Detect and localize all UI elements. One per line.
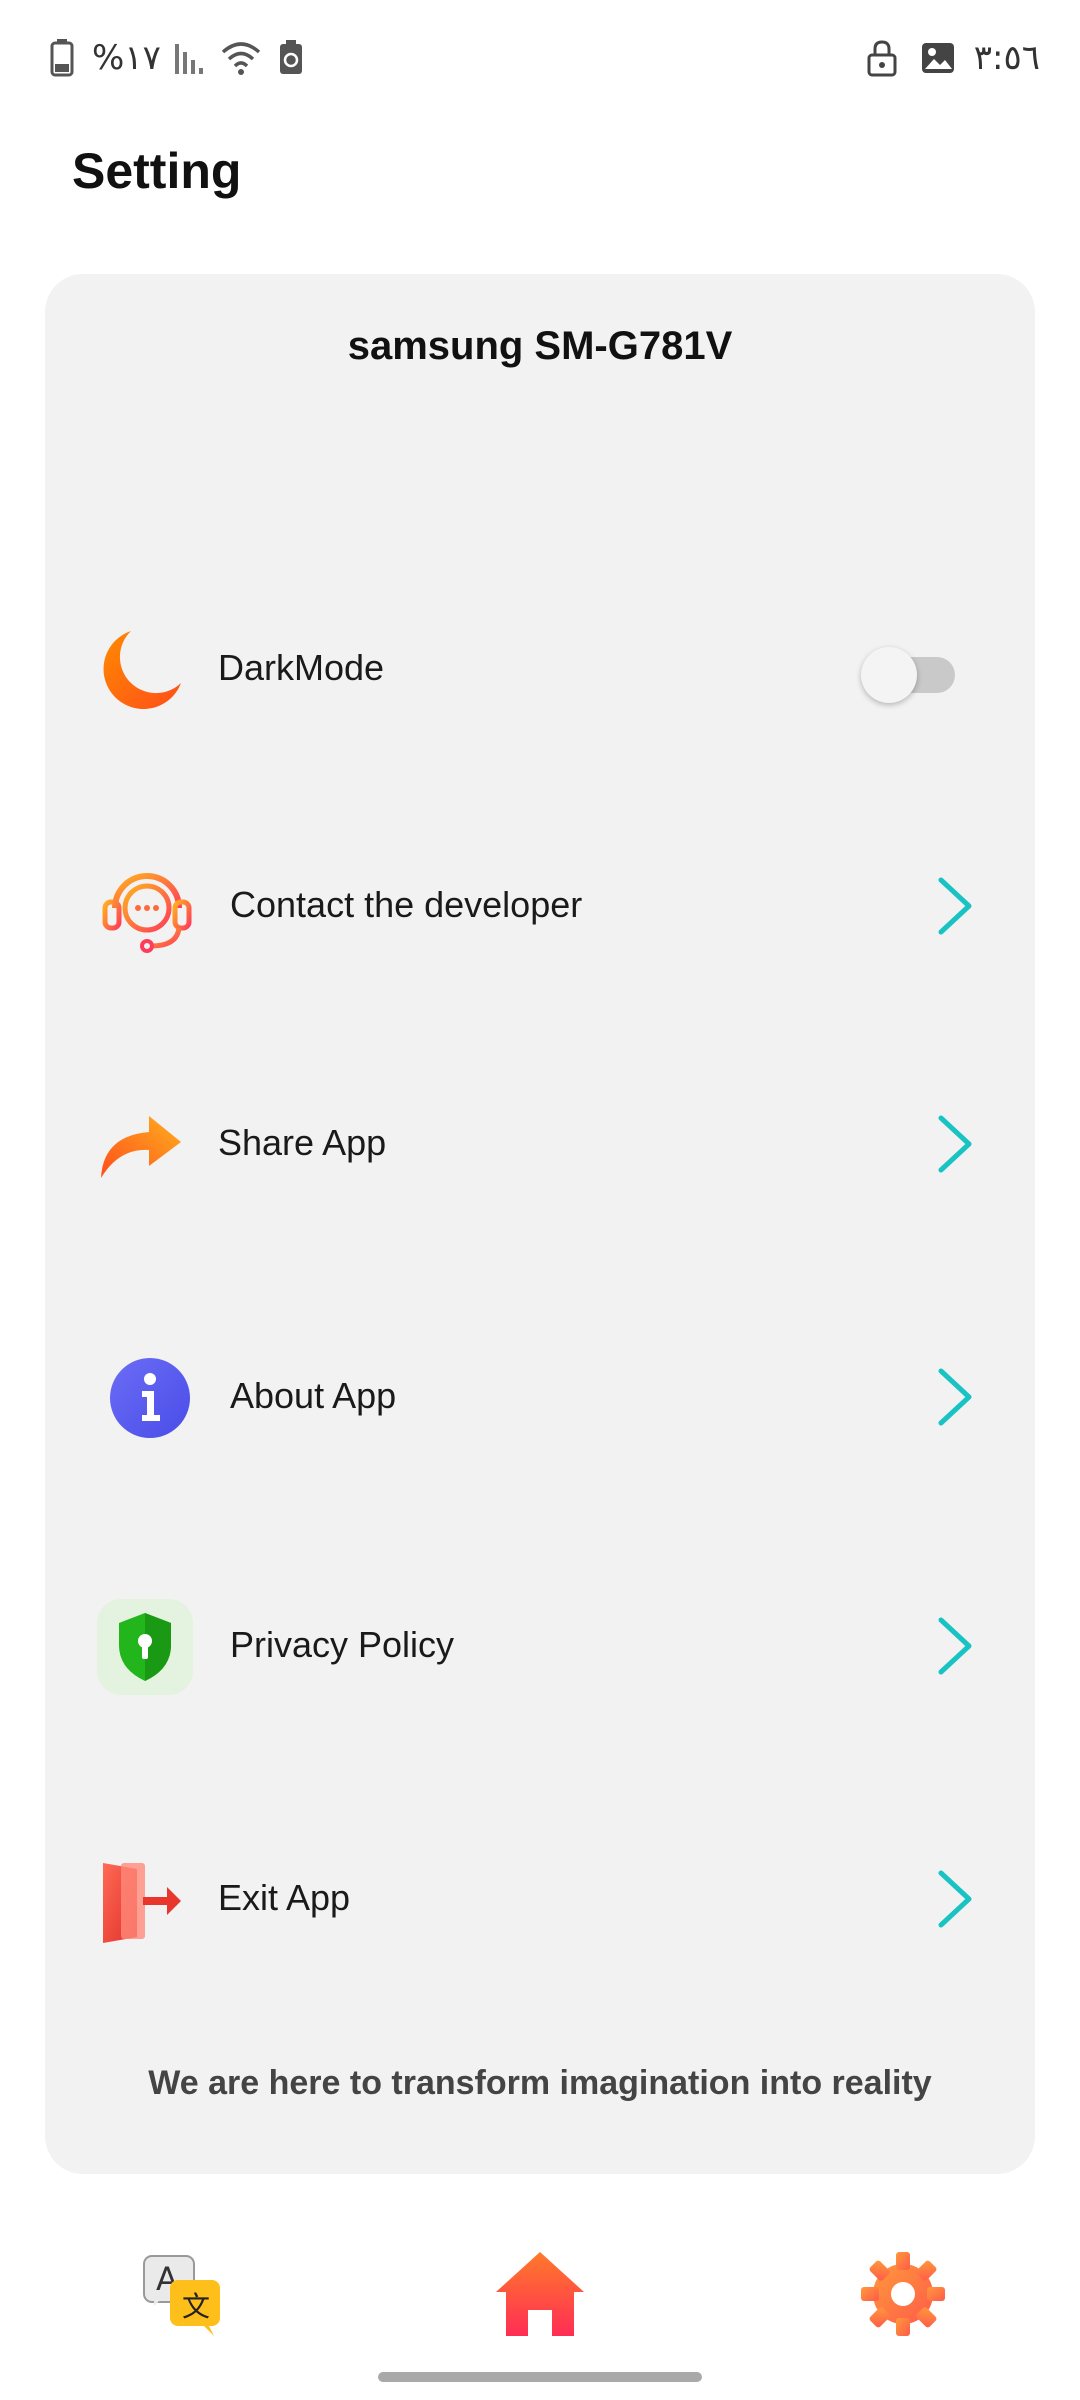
setting-row-exit[interactable]: Exit App xyxy=(45,1839,1035,1959)
tagline: We are here to transform imagination int… xyxy=(148,2064,932,2102)
privacy-label: Privacy Policy xyxy=(230,1624,455,1665)
chevron-right-icon xyxy=(938,1368,972,1426)
chevron-right-icon xyxy=(938,877,972,935)
exit-door-icon xyxy=(103,1863,181,1943)
battery-saver-icon xyxy=(279,40,302,74)
moon-icon xyxy=(103,631,181,709)
gallery-icon xyxy=(921,43,954,73)
wifi-icon xyxy=(221,42,261,75)
home-icon xyxy=(496,2252,584,2336)
signal-icon xyxy=(174,44,203,74)
chevron-right-icon xyxy=(938,1115,972,1173)
svg-text:文: 文 xyxy=(182,2290,210,2323)
shield-lock-icon xyxy=(97,1599,193,1695)
darkmode-toggle[interactable] xyxy=(861,645,957,703)
nav-translate-button[interactable]: A 文 xyxy=(132,2244,232,2344)
status-bar: %١٧ ٣:٥٦ xyxy=(0,0,1080,120)
headset-chat-icon xyxy=(102,873,192,953)
page-title: Setting xyxy=(72,143,242,199)
bottom-nav: A 文 xyxy=(0,2230,1080,2350)
setting-row-contact[interactable]: Contact the developer xyxy=(45,846,1035,966)
status-left: %١٧ xyxy=(42,38,311,78)
battery-percent: %١٧ xyxy=(92,38,161,78)
clock: ٣:٥٦ xyxy=(973,38,1040,78)
setting-row-share[interactable]: Share App xyxy=(45,1084,1035,1204)
lock-icon xyxy=(867,40,897,77)
toggle-knob xyxy=(861,647,917,703)
battery-icon xyxy=(50,39,74,77)
setting-row-about[interactable]: About App xyxy=(45,1337,1035,1457)
info-icon xyxy=(110,1358,190,1438)
share-label: Share App xyxy=(218,1122,387,1163)
nav-home-button[interactable] xyxy=(490,2244,590,2344)
status-right: ٣:٥٦ xyxy=(862,38,1040,78)
gear-icon xyxy=(861,2252,945,2336)
darkmode-label: DarkMode xyxy=(218,647,385,688)
translate-icon: A 文 xyxy=(143,2255,220,2336)
exit-label: Exit App xyxy=(218,1877,351,1918)
chevron-right-icon xyxy=(938,1870,972,1928)
setting-row-darkmode[interactable]: DarkMode xyxy=(45,609,1035,729)
nav-settings-button[interactable] xyxy=(853,2244,953,2344)
share-arrow-icon xyxy=(101,1116,181,1178)
gesture-home-bar[interactable] xyxy=(378,2372,702,2382)
device-name: samsung SM-G781V xyxy=(347,324,733,368)
about-label: About App xyxy=(230,1375,397,1416)
settings-card: samsung SM-G781V DarkMode Contact the de… xyxy=(45,274,1035,2174)
contact-label: Contact the developer xyxy=(230,884,583,925)
setting-row-privacy[interactable]: Privacy Policy xyxy=(45,1586,1035,1706)
chevron-right-icon xyxy=(938,1617,972,1675)
